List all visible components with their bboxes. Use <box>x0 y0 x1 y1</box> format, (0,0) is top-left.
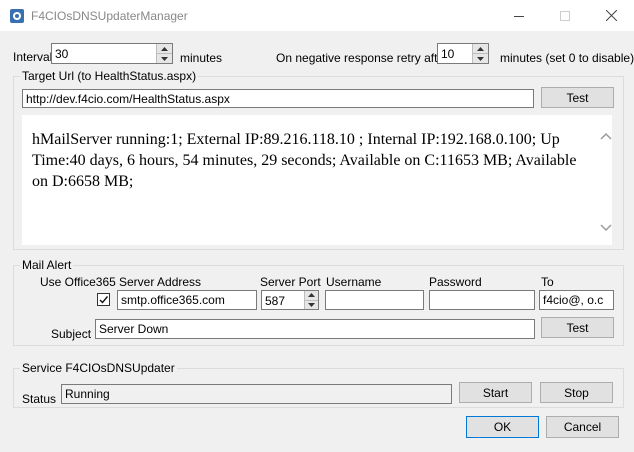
maximize-button[interactable] <box>542 0 588 31</box>
server-port-label: Server Port <box>260 275 321 289</box>
server-address-input[interactable]: smtp.office365.com <box>117 290 257 310</box>
close-icon <box>605 10 617 21</box>
subject-label: Subject <box>51 327 92 341</box>
retry-label: On negative response retry after <box>276 51 449 65</box>
retry-value: 10 <box>441 47 455 61</box>
minimize-button[interactable] <box>496 0 542 31</box>
mail-alert-group-title: Mail Alert <box>20 258 74 272</box>
spin-down-icon[interactable] <box>472 53 488 63</box>
retry-unit: minutes (set 0 to disable) <box>500 51 634 65</box>
checkmark-icon <box>99 296 109 304</box>
window-title: F4CIOsDNSUpdaterManager <box>31 9 188 23</box>
start-button[interactable]: Start <box>459 382 532 403</box>
server-port-value: 587 <box>265 294 286 308</box>
mail-test-button[interactable]: Test <box>541 317 614 338</box>
password-input[interactable] <box>429 290 535 310</box>
password-label: Password <box>429 275 482 289</box>
use-office365-checkbox[interactable] <box>97 293 110 306</box>
status-field: Running <box>61 384 452 404</box>
scroll-up-icon[interactable] <box>600 129 612 143</box>
spin-up-icon[interactable] <box>156 44 172 53</box>
response-scrollbar[interactable] <box>599 129 613 239</box>
cancel-button[interactable]: Cancel <box>546 416 619 438</box>
retry-stepper[interactable]: 10 <box>437 43 489 64</box>
interval-value: 30 <box>55 47 69 61</box>
close-button[interactable] <box>588 0 634 31</box>
to-label: To <box>541 275 554 289</box>
title-bar[interactable]: F4CIOsDNSUpdaterManager <box>0 0 634 31</box>
target-url-group-title: Target Url (to HealthStatus.aspx) <box>20 69 199 83</box>
interval-unit: minutes <box>180 51 223 65</box>
spin-up-icon[interactable] <box>304 291 318 300</box>
subject-input[interactable]: Server Down <box>95 319 535 339</box>
spin-down-icon[interactable] <box>304 299 318 309</box>
scroll-down-icon[interactable] <box>600 221 612 235</box>
interval-label: Interval <box>13 50 53 64</box>
server-port-stepper[interactable]: 587 <box>261 290 319 310</box>
service-group-title: Service F4CIOsDNSUpdater <box>20 361 177 375</box>
target-test-button[interactable]: Test <box>541 87 614 108</box>
stop-button[interactable]: Stop <box>540 382 613 403</box>
ok-button[interactable]: OK <box>466 416 539 438</box>
target-url-input[interactable]: http://dev.f4cio.com/HealthStatus.aspx <box>22 89 534 108</box>
username-label: Username <box>326 275 382 289</box>
username-input[interactable] <box>325 290 424 310</box>
response-text: hMailServer running:1; External IP:89.21… <box>22 115 612 245</box>
status-label: Status <box>22 392 57 406</box>
use-office365-label: Use Office365 <box>40 275 116 289</box>
minimize-icon <box>514 11 524 21</box>
spin-up-icon[interactable] <box>472 44 488 53</box>
to-input[interactable]: f4cio@, o.c <box>539 290 614 310</box>
server-address-label: Server Address <box>119 275 202 289</box>
maximize-icon <box>560 10 570 21</box>
interval-stepper[interactable]: 30 <box>51 43 173 64</box>
spin-down-icon[interactable] <box>156 53 172 63</box>
app-gear-icon <box>9 8 25 24</box>
